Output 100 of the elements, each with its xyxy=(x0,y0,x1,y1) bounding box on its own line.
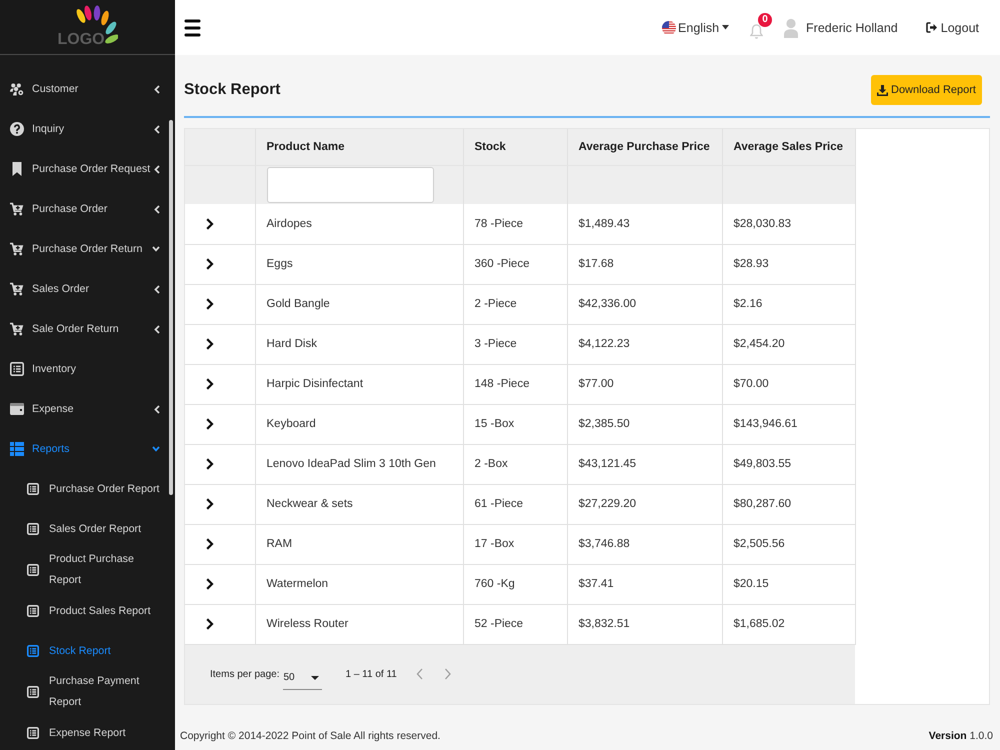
table-cell: $1,685.02 xyxy=(722,604,855,644)
page-size-select[interactable]: 50 xyxy=(283,668,322,690)
table-cell: 760 -Kg xyxy=(463,564,567,604)
chevron-right-icon[interactable] xyxy=(206,378,214,390)
scrollbar-thumb[interactable] xyxy=(169,120,173,495)
table-cell: 2 -Box xyxy=(463,444,567,484)
table-cell: Watermelon xyxy=(255,564,463,604)
table-cell: Keyboard xyxy=(255,404,463,444)
cart-plus-icon xyxy=(10,282,24,296)
user-name: Frederic Holland xyxy=(806,20,898,34)
sidebar-menu-item[interactable]: Reports xyxy=(0,429,169,469)
table-cell: Lenovo IdeaPad Slim 3 10th Gen xyxy=(255,444,463,484)
sidebar-submenu-item[interactable]: Expense Report xyxy=(0,713,169,750)
sidebar-menu-item[interactable]: Inventory xyxy=(0,349,169,389)
table-cell: $70.00 xyxy=(722,364,855,404)
chevron-right-icon[interactable] xyxy=(206,618,214,630)
bookmark-icon xyxy=(10,162,24,176)
table-cell: Gold Bangle xyxy=(255,284,463,324)
table-cell: $4,122.23 xyxy=(567,324,722,364)
language-dropdown[interactable]: English xyxy=(662,20,730,34)
table-cell: $42,336.00 xyxy=(567,284,722,324)
items-per-page-label: Items per page: xyxy=(210,668,280,680)
exit-arrow-icon xyxy=(926,22,937,33)
table-list-icon xyxy=(10,442,24,456)
chevron-right-icon[interactable] xyxy=(206,498,214,510)
table-cell: $27,229.20 xyxy=(567,484,722,524)
filter-input[interactable] xyxy=(266,166,434,203)
list-icon xyxy=(27,727,39,739)
list-icon xyxy=(10,362,24,376)
table-cell: $2.16 xyxy=(722,284,855,324)
sidebar-menu-item[interactable]: Purchase Order xyxy=(0,189,169,229)
caret-down-icon xyxy=(721,25,730,30)
table-cell: $80,287.60 xyxy=(722,484,855,524)
column-header: Average Purchase Price xyxy=(567,129,722,165)
sidebar-submenu-item[interactable]: Product Purchase Report xyxy=(0,549,169,591)
sidebar-menu-item[interactable]: Inquiry xyxy=(0,109,169,149)
table-cell: Eggs xyxy=(255,244,463,284)
table-cell: 360 -Piece xyxy=(463,244,567,284)
sidebar-menu-item[interactable]: Sale Order Return xyxy=(0,309,169,349)
table-cell: RAM xyxy=(255,524,463,564)
chevron-right-icon[interactable] xyxy=(206,298,214,310)
download-report-button[interactable]: Download Report xyxy=(871,75,982,105)
caret-down-icon xyxy=(311,676,320,680)
chevron-left-icon xyxy=(416,668,424,680)
table-cell: 2 -Piece xyxy=(463,284,567,324)
sidebar-submenu-item[interactable]: Sales Order Report xyxy=(0,509,169,549)
column-header: Stock xyxy=(463,129,567,165)
users-icon xyxy=(10,82,24,96)
page-title: Stock Report xyxy=(184,81,280,99)
table-cell: $49,803.55 xyxy=(722,444,855,484)
table-cell: $2,385.50 xyxy=(567,404,722,444)
chevron-right-icon[interactable] xyxy=(206,218,214,230)
chevron-right-icon[interactable] xyxy=(206,418,214,430)
chevron-right-icon[interactable] xyxy=(206,338,214,350)
column-header: Product Name xyxy=(255,129,463,165)
table-cell: $143,946.61 xyxy=(722,404,855,444)
chevron-right-icon[interactable] xyxy=(206,458,214,470)
table-cell: $2,505.56 xyxy=(722,524,855,564)
bell-icon[interactable] xyxy=(750,24,764,40)
table-cell: $20.15 xyxy=(722,564,855,604)
table-cell: 15 -Box xyxy=(463,404,567,444)
logo-text: LOGO xyxy=(58,31,105,49)
chevron-right-icon[interactable] xyxy=(206,578,214,590)
table-cell: 3 -Piece xyxy=(463,324,567,364)
list-icon xyxy=(27,564,39,576)
sidebar-menu-item[interactable]: Expense xyxy=(0,389,169,429)
sidebar-menu-item[interactable]: Customer xyxy=(0,69,169,109)
user-avatar-icon xyxy=(784,18,798,38)
list-icon xyxy=(27,686,39,698)
version-text: Version 1.0.0 xyxy=(928,730,993,742)
sidebar-submenu-item[interactable]: Product Sales Report xyxy=(0,591,169,631)
chevron-right-icon[interactable] xyxy=(206,538,214,550)
list-icon xyxy=(27,523,39,535)
menu-icon[interactable] xyxy=(184,18,201,38)
list-icon xyxy=(27,605,39,617)
question-circle-icon xyxy=(10,122,24,136)
flag-icon xyxy=(662,20,676,34)
sidebar-submenu-item[interactable]: Stock Report xyxy=(0,631,169,671)
sidebar-menu-item[interactable]: Sales Order xyxy=(0,269,169,309)
sidebar-menu-item[interactable]: Purchase Order Return xyxy=(0,229,169,269)
table-cell: $37.41 xyxy=(567,564,722,604)
logout-button[interactable]: Logout xyxy=(926,20,979,34)
table-cell: Hard Disk xyxy=(255,324,463,364)
table-cell: $43,121.45 xyxy=(567,444,722,484)
table-cell: 52 -Piece xyxy=(463,604,567,644)
cart-plus-icon xyxy=(10,322,24,336)
sidebar-submenu-item[interactable]: Purchase Payment Report xyxy=(0,671,169,713)
column-header: Average Sales Price xyxy=(722,129,855,165)
list-icon xyxy=(27,645,39,657)
cart-plus-icon xyxy=(10,242,24,256)
chevron-right-icon xyxy=(444,668,452,680)
chevron-right-icon[interactable] xyxy=(206,258,214,270)
sidebar-menu-item[interactable]: Purchase Order Request xyxy=(0,149,169,189)
table-cell: $2,454.20 xyxy=(722,324,855,364)
list-icon xyxy=(27,483,39,495)
table-cell: $3,746.88 xyxy=(567,524,722,564)
table-cell: $3,832.51 xyxy=(567,604,722,644)
copyright-text: Copyright © 2014-2022 Point of Sale All rights reserved. xyxy=(180,730,440,742)
sidebar-submenu-item[interactable]: Purchase Order Report xyxy=(0,469,169,509)
table-cell: 78 -Piece xyxy=(463,204,567,244)
